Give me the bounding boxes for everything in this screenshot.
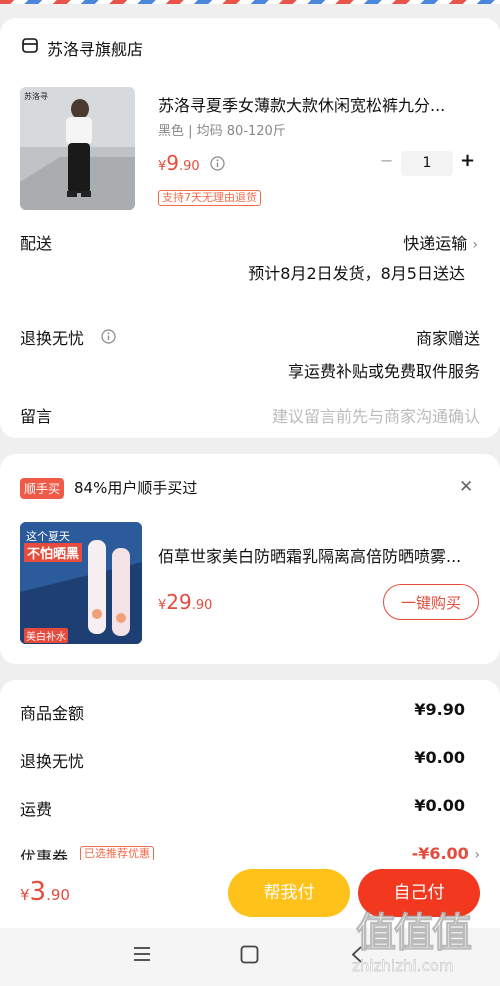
returns-label: 退换无忧 <box>20 329 85 348</box>
price-integer: 9 <box>166 151 180 175</box>
recommend-image-line2: 不怕晒黑 <box>24 543 83 562</box>
recommend-price-decimal: .90 <box>191 598 213 613</box>
recommend-price-integer: 29 <box>166 590 192 614</box>
recommend-price: ¥29.90 <box>158 590 212 614</box>
delivery-eta: 预计8月2日发货，8月5日送达 <box>248 264 465 283</box>
quantity-field[interactable]: 1 <box>401 151 453 176</box>
one-click-buy-button[interactable]: 一键购买 <box>383 584 479 620</box>
shop-name[interactable]: 苏洛寻旗舰店 <box>47 36 143 60</box>
return-policy-tag: 支持7天无理由退货 <box>158 190 261 206</box>
returns-value: 商家赠送 <box>415 329 480 348</box>
delivery-method[interactable]: 快递运输 › <box>403 230 478 254</box>
decorative-top-stripe <box>0 0 500 4</box>
product-price: ¥9.90 <box>158 151 200 175</box>
total-currency: ¥ <box>20 886 30 904</box>
recommend-badge: 顺手买 <box>20 478 65 499</box>
close-icon[interactable]: ✕ <box>459 477 473 497</box>
price-decimal: .90 <box>179 159 200 174</box>
watermark-logo: 值值值 <box>356 910 473 957</box>
summary-label-shipping: 运费 <box>20 800 53 819</box>
summary-value-goods: ¥9.90 <box>414 700 465 719</box>
summary-value-returns: ¥0.00 <box>414 748 465 767</box>
total-integer: 3 <box>29 877 47 907</box>
message-label: 留言 <box>20 407 53 426</box>
total-decimal: .90 <box>46 886 70 904</box>
summary-value-shipping: ¥0.00 <box>414 796 465 815</box>
recommend-image-tag: 美白补水 <box>24 628 68 643</box>
recommend-product-image[interactable]: 这个夏天 不怕晒黑 美白补水 <box>20 522 142 644</box>
quantity-plus-button[interactable]: + <box>460 150 475 171</box>
returns-info-icon[interactable] <box>101 329 116 344</box>
delivery-method-text: 快递运输 <box>403 234 468 253</box>
help-me-pay-button[interactable]: 帮我付 <box>228 869 350 917</box>
message-input[interactable]: 建议留言前先与商家沟通确认 <box>272 403 480 427</box>
delivery-label: 配送 <box>20 234 53 253</box>
menu-icon[interactable] <box>133 946 151 962</box>
summary-label-goods: 商品金额 <box>20 704 85 723</box>
chevron-right-icon: › <box>472 237 478 253</box>
price-info-icon[interactable] <box>210 156 225 171</box>
product-image[interactable]: 苏洛寻 <box>20 87 135 210</box>
total-price: ¥3.90 <box>20 877 70 907</box>
store-icon <box>22 38 38 53</box>
product-spec[interactable]: 黑色 | 均码 80-120斤 <box>158 120 286 139</box>
returns-detail: 享运费补贴或免费取件服务 <box>287 362 480 381</box>
recommend-title[interactable]: 佰草世家美白防晒霜乳隔离高倍防晒喷雾... <box>158 543 461 567</box>
recommend-image-line1: 这个夏天 <box>26 530 70 543</box>
product-title[interactable]: 苏洛寻夏季女薄款大款休闲宽松裤九分... <box>158 92 445 116</box>
product-image-brand: 苏洛寻 <box>24 92 48 101</box>
home-icon[interactable] <box>240 945 259 964</box>
quantity-minus-button[interactable]: − <box>380 151 393 170</box>
summary-label-returns: 退换无忧 <box>20 752 85 771</box>
watermark-url: zhizhizhi.com <box>352 957 454 975</box>
recommend-headline: 84%用户顺手买过 <box>74 479 198 497</box>
